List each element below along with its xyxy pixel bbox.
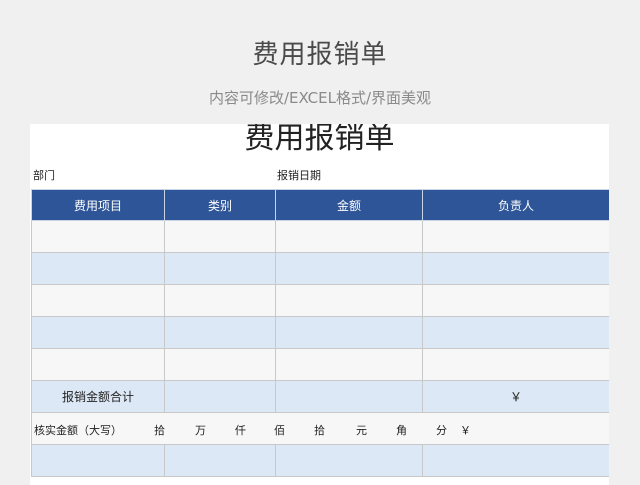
cell-faded[interactable] xyxy=(422,444,609,477)
header-expense-item: 费用项目 xyxy=(31,189,165,221)
table-header-row: 费用项目 类别 金额 负责人 xyxy=(31,189,609,221)
table-row xyxy=(31,252,609,285)
header-amount: 金额 xyxy=(275,189,423,221)
cell-amount[interactable] xyxy=(275,252,423,285)
table-row xyxy=(31,348,609,381)
unit-label: 元 xyxy=(356,424,367,437)
table-row xyxy=(31,220,609,253)
table-row xyxy=(31,444,609,477)
cell-faded[interactable] xyxy=(31,444,165,477)
cell-amount[interactable] xyxy=(275,316,423,349)
unit-label: 拾 xyxy=(154,424,165,437)
verify-amount-cell[interactable]: 核实金额（大写） 拾 万 仟 佰 拾 元 角 分 ￥ xyxy=(31,412,609,445)
sheet-title: 费用报销单 xyxy=(244,124,395,156)
header-responsible: 负责人 xyxy=(422,189,609,221)
cell-responsible[interactable] xyxy=(422,316,609,349)
unit-label: 佰 xyxy=(274,424,285,437)
cell-category[interactable] xyxy=(164,220,276,253)
cell-expense-item[interactable] xyxy=(31,316,165,349)
cell-responsible[interactable] xyxy=(422,284,609,317)
unit-label: 角 xyxy=(396,424,407,437)
cell-amount[interactable] xyxy=(275,220,423,253)
total-row: 报销金额合计 ￥ xyxy=(31,380,609,413)
verify-label: 核实金额（大写） xyxy=(34,424,122,437)
cell-faded[interactable] xyxy=(275,444,423,477)
cell-responsible[interactable] xyxy=(422,348,609,381)
cell-amount[interactable] xyxy=(275,348,423,381)
banner-subtitle: 内容可修改/EXCEL格式/界面美观 xyxy=(208,89,432,107)
header-category: 类别 xyxy=(164,189,276,221)
cell-expense-item[interactable] xyxy=(31,284,165,317)
unit-label: 拾 xyxy=(314,424,325,437)
table-row xyxy=(31,316,609,349)
cell-category[interactable] xyxy=(164,252,276,285)
total-category-cell[interactable] xyxy=(164,380,276,413)
verify-row: 核实金额（大写） 拾 万 仟 佰 拾 元 角 分 ￥ xyxy=(31,412,609,445)
cell-responsible[interactable] xyxy=(422,252,609,285)
total-label: 报销金额合计 xyxy=(31,380,165,413)
cell-responsible[interactable] xyxy=(422,220,609,253)
cell-expense-item[interactable] xyxy=(31,220,165,253)
date-label: 报销日期 xyxy=(277,169,321,182)
total-currency[interactable]: ￥ xyxy=(422,380,609,413)
table-row xyxy=(31,284,609,317)
cell-category[interactable] xyxy=(164,348,276,381)
cell-amount[interactable] xyxy=(275,284,423,317)
total-amount-cell[interactable] xyxy=(275,380,423,413)
cell-category[interactable] xyxy=(164,284,276,317)
cell-faded[interactable] xyxy=(164,444,276,477)
banner-title: 费用报销单 xyxy=(252,40,388,70)
cell-expense-item[interactable] xyxy=(31,252,165,285)
unit-label: 分 xyxy=(436,424,447,437)
reimbursement-sheet: 费用报销单 部门 报销日期 费用项目 类别 金额 负责人 报销金额合计 ￥ 核实… xyxy=(30,124,609,485)
verify-currency: ￥ xyxy=(460,424,471,437)
cell-expense-item[interactable] xyxy=(31,348,165,381)
unit-label: 仟 xyxy=(235,424,246,437)
expense-table: 费用项目 类别 金额 负责人 报销金额合计 ￥ 核实金额（大写） 拾 万 仟 佰… xyxy=(31,189,609,477)
unit-label: 万 xyxy=(195,424,206,437)
department-label: 部门 xyxy=(33,169,55,182)
cell-category[interactable] xyxy=(164,316,276,349)
